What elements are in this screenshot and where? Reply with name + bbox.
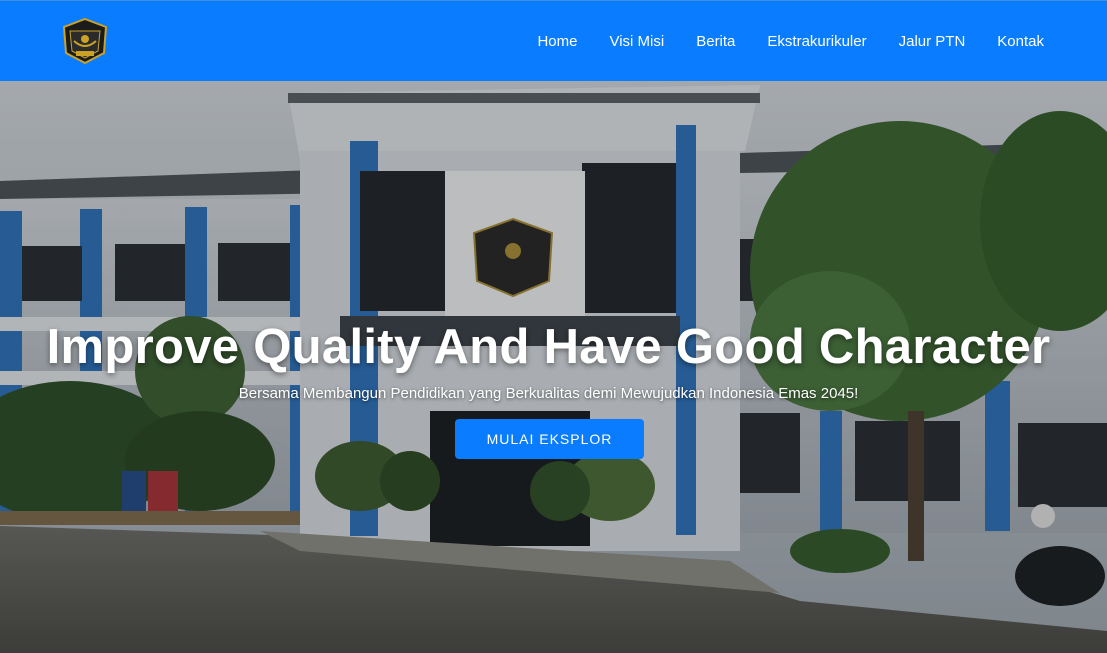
nav-item-home[interactable]: Home <box>537 33 577 50</box>
hero-section: Improve Quality And Have Good Character … <box>0 81 1107 653</box>
hero-subtitle: Bersama Membangun Pendidikan yang Berkua… <box>238 385 859 402</box>
school-crest-icon[interactable] <box>60 17 110 65</box>
main-nav: Home Visi Misi Berita Ekstrakurikuler Ja… <box>537 1 1044 82</box>
nav-item-kontak[interactable]: Kontak <box>997 33 1044 50</box>
explore-button[interactable]: MULAI EKSPLOR <box>455 419 644 459</box>
nav-item-ekstrakurikuler[interactable]: Ekstrakurikuler <box>767 33 866 50</box>
hero-title: Improve Quality And Have Good Character <box>46 320 1051 374</box>
navbar: Home Visi Misi Berita Ekstrakurikuler Ja… <box>0 0 1107 81</box>
nav-item-visi-misi[interactable]: Visi Misi <box>609 33 664 50</box>
nav-item-jalur-ptn[interactable]: Jalur PTN <box>899 33 966 50</box>
nav-item-berita[interactable]: Berita <box>696 33 735 50</box>
